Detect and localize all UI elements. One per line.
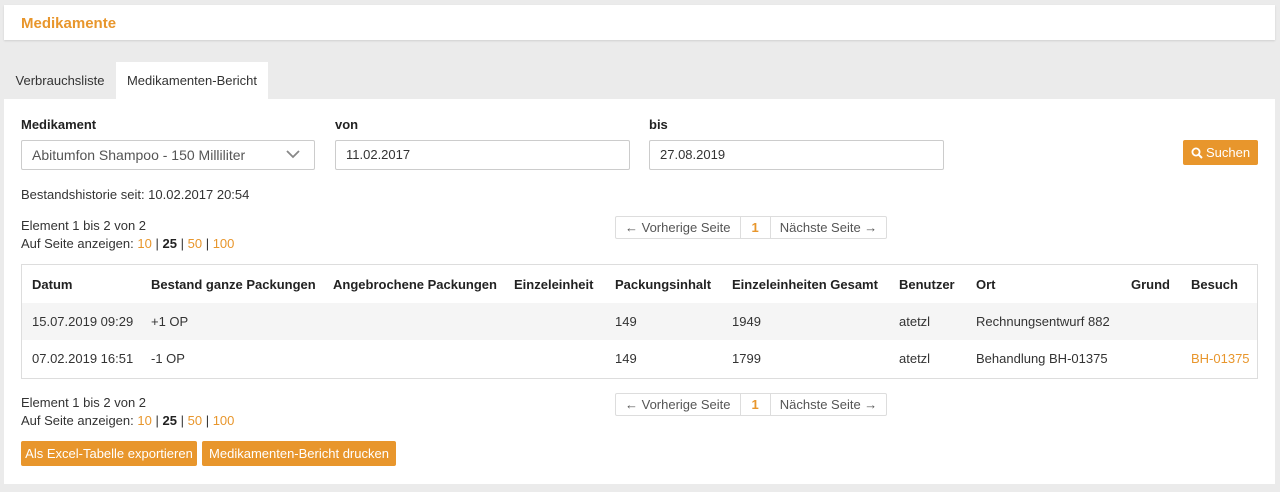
pagination-bottom: ← Vorherige Seite 1 Nächste Seite → <box>615 393 888 416</box>
paging-summary-bottom: Element 1 bis 2 von 2 <box>21 395 147 410</box>
chevron-down-icon <box>286 150 300 159</box>
table-row: 07.02.2019 16:51 -1 OP 149 1799 atetzl B… <box>22 340 1257 377</box>
cell-angebrochen <box>323 340 504 377</box>
history-text: Bestandshistorie seit: 10.02.2017 20:54 <box>21 187 250 202</box>
visit-link[interactable]: BH-01375 <box>1191 351 1250 366</box>
separator: | <box>155 236 159 251</box>
paging-summary: Element 1 bis 2 von 2 <box>21 218 147 233</box>
search-icon <box>1191 147 1203 159</box>
separator: | <box>205 413 210 428</box>
page-title: Medikamente <box>21 15 117 32</box>
cell-gesamt: 1799 <box>732 351 761 366</box>
cell-datum: 07.02.2019 16:51 <box>32 351 134 366</box>
cell-packungsinhalt: 149 <box>615 351 637 366</box>
from-label: von <box>335 117 359 132</box>
report-panel: Medikament Abitumfon Shampoo - 150 Milli… <box>4 99 1275 484</box>
per-page-option-100[interactable]: 100 <box>213 413 235 428</box>
prev-page-button[interactable]: ← Vorherige Seite <box>616 394 740 415</box>
next-page-button[interactable]: Nächste Seite → <box>771 217 887 238</box>
medication-label: Medikament <box>21 117 97 132</box>
tab-verbrauchsliste[interactable]: Verbrauchsliste <box>4 62 116 99</box>
per-page-option-100[interactable]: 100 <box>213 236 235 251</box>
cell-datum: 15.07.2019 09:29 <box>22 303 141 340</box>
current-page[interactable]: 1 <box>739 217 771 238</box>
print-report-button[interactable]: Medikamenten-Bericht drucken <box>202 441 396 466</box>
medication-select-value: Abitumfon Shampoo - 150 Milliliter <box>32 147 246 163</box>
column-header: Datum <box>32 276 73 292</box>
export-excel-button[interactable]: Als Excel-Tabelle exportieren <box>21 441 197 466</box>
column-header: Angebrochene Packungen <box>333 276 497 292</box>
cell-bestand: -1 OP <box>151 351 185 366</box>
page-header: Medikamente <box>4 5 1275 40</box>
per-page-option-25[interactable]: 25 <box>162 413 176 428</box>
cell-einzeleinheit <box>504 340 605 377</box>
column-header: Benutzer <box>899 276 955 292</box>
separator: | <box>155 413 159 428</box>
per-page-option-50[interactable]: 50 <box>188 413 202 428</box>
cell-einzeleinheit <box>504 303 605 340</box>
cell-packungsinhalt: 149 <box>605 303 722 340</box>
medication-select[interactable]: Abitumfon Shampoo - 150 Milliliter <box>21 140 315 170</box>
per-page-selector: Auf Seite anzeigen: 10 | 25 | 50 | 100 <box>21 236 234 251</box>
per-page-label: Auf Seite anzeigen: <box>21 413 134 428</box>
per-page-label: Auf Seite anzeigen: <box>21 236 134 251</box>
report-table: Datum Bestand ganze Packungen Angebroche… <box>21 264 1258 379</box>
table-row: 15.07.2019 09:29 +1 OP 149 1949 atetzl R… <box>22 303 1257 340</box>
column-header: Einzeleinheit <box>514 276 594 292</box>
cell-angebrochen <box>323 303 504 340</box>
column-header: Bestand ganze Packungen <box>151 276 316 292</box>
cell-ort: Behandlung BH-01375 <box>976 351 1108 366</box>
cell-benutzer: atetzl <box>889 303 966 340</box>
search-button-label: Suchen <box>1205 145 1251 160</box>
cell-bestand: +1 OP <box>141 303 323 340</box>
from-date-field[interactable]: 11.02.2017 <box>335 140 630 170</box>
to-label: bis <box>649 117 668 132</box>
cell-ort: Rechnungsentwurf 882 <box>966 303 1121 340</box>
cell-besuch: BH-01375 <box>1181 340 1257 377</box>
search-button[interactable]: Suchen <box>1183 140 1258 165</box>
separator: | <box>180 413 184 428</box>
next-page-button[interactable]: Nächste Seite → <box>771 394 887 415</box>
pagination: ← Vorherige Seite 1 Nächste Seite → <box>615 216 888 239</box>
to-date-field[interactable]: 27.08.2019 <box>649 140 944 170</box>
prev-page-button[interactable]: ← Vorherige Seite <box>616 217 740 238</box>
separator: | <box>205 236 210 251</box>
column-header: Packungsinhalt <box>615 276 712 292</box>
per-page-option-10[interactable]: 10 <box>137 413 151 428</box>
cell-besuch <box>1181 303 1257 340</box>
column-header: Grund <box>1131 276 1170 292</box>
cell-grund <box>1121 303 1181 340</box>
per-page-selector-bottom: Auf Seite anzeigen: 10 | 25 | 50 | 100 <box>21 413 234 428</box>
column-header: Besuch <box>1191 276 1238 292</box>
cell-benutzer: atetzl <box>899 351 931 366</box>
tab-medikamenten-bericht[interactable]: Medikamenten-Bericht <box>116 62 268 99</box>
table-header-row: Datum Bestand ganze Packungen Angebroche… <box>22 265 1257 303</box>
column-header: Einzeleinheiten Gesamt <box>732 276 878 292</box>
cell-gesamt: 1949 <box>722 303 889 340</box>
separator: | <box>180 236 184 251</box>
per-page-option-25[interactable]: 25 <box>162 236 176 251</box>
per-page-option-50[interactable]: 50 <box>188 236 202 251</box>
column-header: Ort <box>976 276 996 292</box>
cell-grund <box>1121 340 1181 377</box>
per-page-option-10[interactable]: 10 <box>137 236 151 251</box>
current-page[interactable]: 1 <box>739 394 771 415</box>
